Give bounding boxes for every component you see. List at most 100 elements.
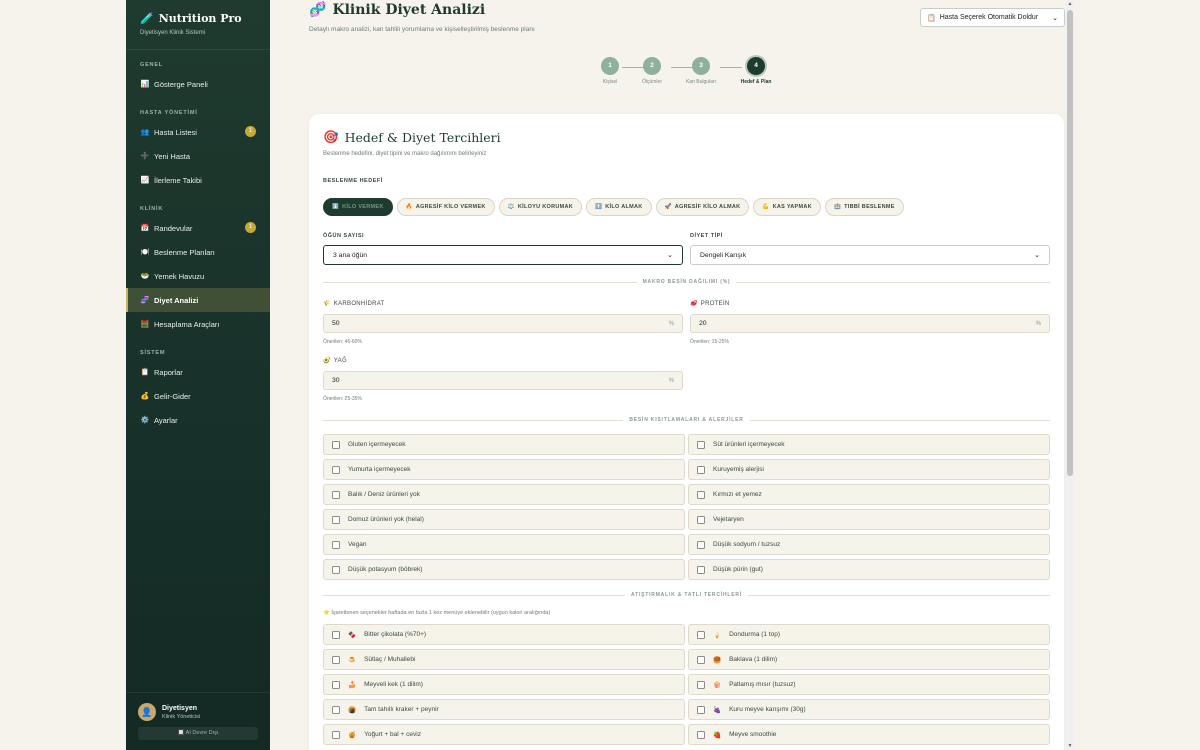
sidebar-item-patients[interactable]: 👥 Hasta Listesi 1 [126, 120, 270, 144]
checkbox[interactable] [332, 515, 340, 524]
snack-fruit-cake[interactable]: 🍰 Meyveli kek (1 dilim) [323, 674, 685, 695]
checkbox[interactable] [332, 730, 340, 739]
goal-chip-aggressive-lose[interactable]: 🔥 AGRESİF KİLO VERMEK [396, 198, 495, 216]
restriction-vegetarian[interactable]: Vejetaryen [688, 509, 1050, 530]
checkbox[interactable] [697, 565, 705, 574]
calendar-icon: 📅 [140, 225, 150, 232]
checkbox[interactable] [332, 465, 340, 474]
goal-label: BESLENME HEDEFİ [323, 178, 383, 184]
diet-type-select[interactable]: Dengeli Karışık ⌄ [690, 245, 1050, 265]
chevron-down-icon: ⌄ [667, 252, 673, 259]
step-1[interactable]: 1 Kişisel [590, 57, 630, 85]
sidebar-item-label: Beslenme Planları [154, 247, 215, 257]
restriction-low-sodium[interactable]: Düşük sodyum / tuzsuz [688, 534, 1050, 555]
sidebar-item-label: Hesaplama Araçları [154, 319, 220, 329]
checkbox[interactable] [697, 630, 705, 639]
checkbox[interactable] [697, 705, 705, 714]
checkbox[interactable] [332, 440, 340, 449]
sidebar-item-progress[interactable]: 📈 İlerleme Takibi [126, 168, 270, 192]
checkbox[interactable] [332, 565, 340, 574]
goal-chip-aggressive-gain[interactable]: 🚀 AGRESİF KİLO ALMAK [655, 198, 750, 216]
checkbox-label: Kırmızı et yemez [713, 491, 762, 498]
restriction-pork[interactable]: Domuz ürünleri yok (helal) [323, 509, 685, 530]
protein-label: 🥩 PROTEİN [690, 300, 730, 308]
step-3[interactable]: 3 Kan Bulguları [681, 57, 721, 85]
restriction-vegan[interactable]: Vegan [323, 534, 685, 555]
brand-title[interactable]: 🧪 Nutrition Pro [140, 12, 256, 25]
checkbox[interactable] [332, 540, 340, 549]
meal-count-select[interactable]: 3 ana öğün ⌄ [323, 245, 683, 265]
avatar: 👤 [138, 703, 156, 721]
restriction-low-potassium[interactable]: Düşük potasyum (böbrek) [323, 559, 685, 580]
step-2[interactable]: 2 Ölçümler [632, 57, 672, 85]
snacks-note: ⭐ İşaretlenen seçenekler haftada en fazl… [323, 610, 551, 616]
sidebar-item-finance[interactable]: 💰 Gelir-Gider [126, 384, 270, 408]
checkbox[interactable] [332, 630, 340, 639]
sidebar-item-diet-analysis[interactable]: 🧬 Diyet Analizi [126, 288, 270, 312]
snack-ice-cream[interactable]: 🍦 Dondurma (1 top) [688, 624, 1050, 645]
page-scrollbar[interactable]: ▲ ▼ [1066, 0, 1074, 750]
snack-smoothie[interactable]: 🍓 Meyve smoothie [688, 724, 1050, 745]
checkbox-label: Yumurta içermeyecek [348, 466, 411, 473]
snack-dark-chocolate[interactable]: 🍫 Bitter çikolata (%70+) [323, 624, 685, 645]
goal-chip-medical[interactable]: 🏥 TIBBİ BESLENME [824, 198, 904, 216]
user-name: Diyetisyen [162, 704, 198, 712]
snack-yogurt-honey[interactable]: 🍯 Yoğurt + bal + ceviz [323, 724, 685, 745]
sidebar-item-plans[interactable]: 🍽️ Beslenme Planları [126, 240, 270, 264]
checkbox[interactable] [697, 440, 705, 449]
fat-label-text: YAĞ [333, 357, 347, 364]
snack-rice-pudding[interactable]: 🍮 Sütlaç / Muhallebi [323, 649, 685, 670]
checkbox[interactable] [332, 705, 340, 714]
scroll-down-arrow-icon[interactable]: ▼ [1066, 742, 1074, 750]
fat-input[interactable]: 30 % [323, 371, 683, 390]
carb-input[interactable]: 50 % [323, 314, 683, 333]
checkbox[interactable] [697, 515, 705, 524]
checkbox[interactable] [697, 465, 705, 474]
checkbox[interactable] [332, 490, 340, 499]
hospital-icon: 🏥 [833, 204, 842, 210]
sidebar-item-settings[interactable]: ⚙️ Ayarlar [126, 408, 270, 432]
checkbox-label: Sütlaç / Muhallebi [364, 656, 416, 663]
checkbox[interactable] [697, 680, 705, 689]
autofill-patient-select[interactable]: 📋 Hasta Seçerek Otomatik Doldur ⌄ [920, 8, 1065, 27]
sidebar-item-new-patient[interactable]: ➕ Yeni Hasta [126, 144, 270, 168]
checkbox-label: Kuruyemiş alerjisi [713, 466, 764, 473]
goal-chip-maintain[interactable]: ⚖️ KİLOYU KORUMAK [498, 198, 583, 216]
restriction-low-purine[interactable]: Düşük pürin (gut) [688, 559, 1050, 580]
avocado-icon: 🥑 [323, 358, 331, 364]
goal-chip-build-muscle[interactable]: 💪 KAS YAPMAK [753, 198, 821, 216]
snack-baklava[interactable]: 🥮 Baklava (1 dilim) [688, 649, 1050, 670]
checkbox[interactable] [697, 490, 705, 499]
sidebar-item-reports[interactable]: 📋 Raporlar [126, 360, 270, 384]
step-4[interactable]: 4 Hedef & Plan [736, 57, 776, 85]
checkbox[interactable] [697, 655, 705, 664]
checkbox[interactable] [697, 540, 705, 549]
ai-status-badge[interactable]: 🔲 AI Devre Dışı [138, 727, 258, 740]
sidebar-item-calc[interactable]: 🧮 Hesaplama Araçları [126, 312, 270, 336]
restriction-seafood[interactable]: Balık / Deniz ürünleri yok [323, 484, 685, 505]
popcorn-icon: 🍿 [713, 681, 722, 689]
protein-input[interactable]: 20 % [690, 314, 1050, 333]
restriction-gluten[interactable]: Gluten içermeyecek [323, 434, 685, 455]
checkbox[interactable] [332, 680, 340, 689]
restriction-red-meat[interactable]: Kırmızı et yemez [688, 484, 1050, 505]
checkbox[interactable] [332, 655, 340, 664]
goal-chip-lose-weight[interactable]: ⬇️ KİLO VERMEK [323, 198, 393, 216]
checkbox[interactable] [697, 730, 705, 739]
chip-label: AGRESİF KİLO ALMAK [674, 204, 741, 210]
sidebar-item-dashboard[interactable]: 📊 Gösterge Paneli [126, 72, 270, 96]
snack-crackers[interactable]: 🍘 Tam tahıllı kraker + peynir [323, 699, 685, 720]
restriction-dairy[interactable]: Süt ürünleri içermeyecek [688, 434, 1050, 455]
autofill-label: Hasta Seçerek Otomatik Doldur [939, 14, 1039, 21]
snack-popcorn[interactable]: 🍿 Patlamış mısır (tuzsuz) [688, 674, 1050, 695]
restriction-egg[interactable]: Yumurta içermeyecek [323, 459, 685, 480]
snack-dried-fruit[interactable]: 🍇 Kuru meyve karışımı (30g) [688, 699, 1050, 720]
sidebar-item-foods[interactable]: 🥗 Yemek Havuzu [126, 264, 270, 288]
scrollbar-thumb[interactable] [1067, 10, 1073, 476]
scroll-up-arrow-icon[interactable]: ▲ [1066, 0, 1074, 8]
user-profile[interactable]: 👤 Diyetisyen Klinik Yöneticisi [138, 703, 258, 721]
sidebar-item-appointments[interactable]: 📅 Randevular 1 [126, 216, 270, 240]
checkbox-label: Gluten içermeyecek [348, 441, 406, 448]
restriction-nuts[interactable]: Kuruyemiş alerjisi [688, 459, 1050, 480]
goal-chip-gain-weight[interactable]: ⬆️ KİLO ALMAK [586, 198, 652, 216]
